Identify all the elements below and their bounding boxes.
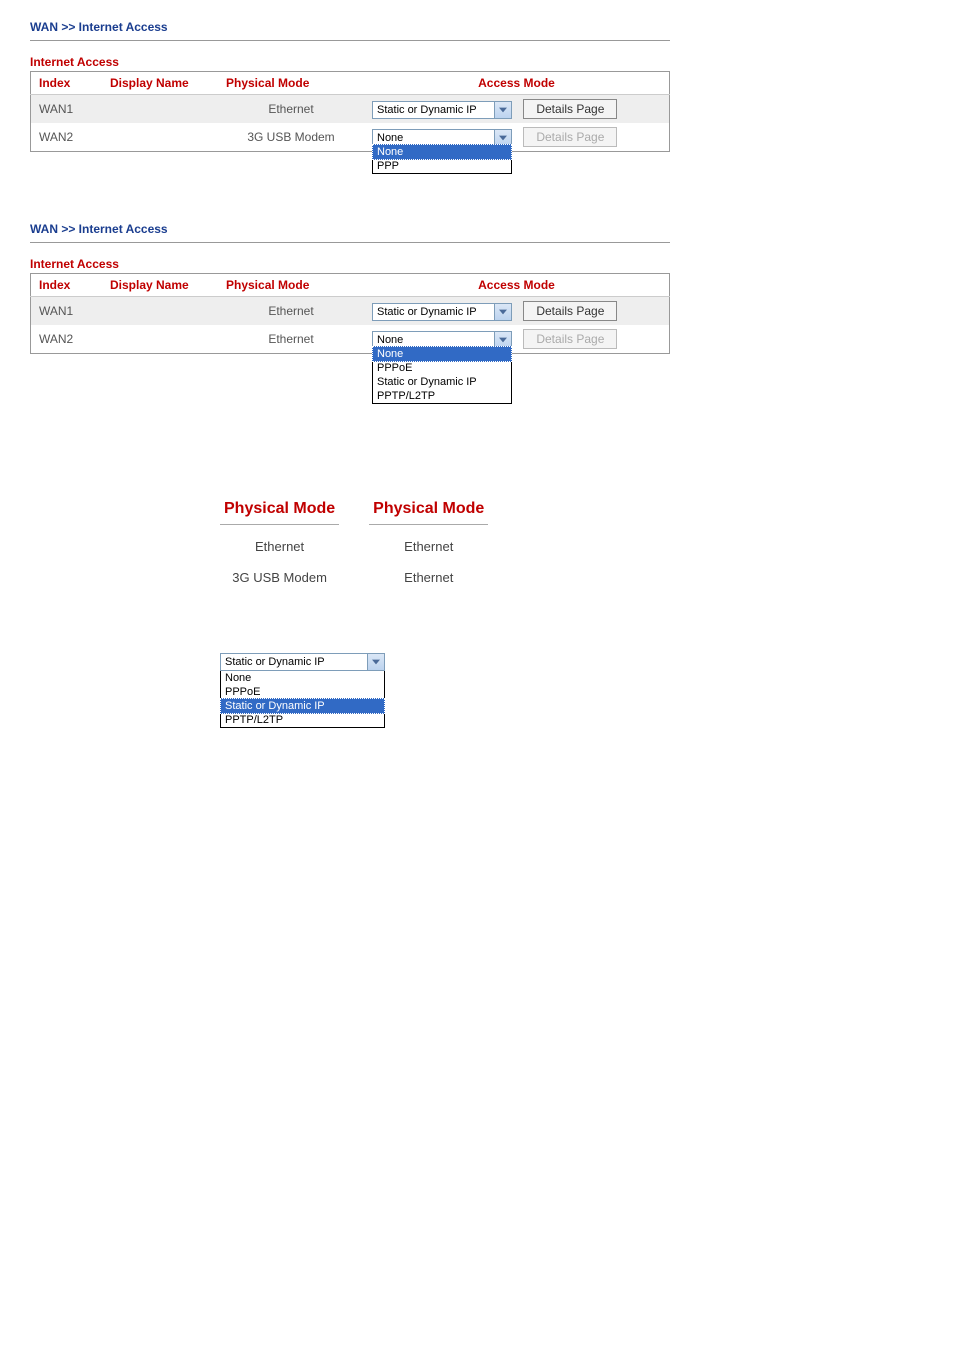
chevron-down-icon	[367, 654, 384, 670]
internet-access-table: Index Display Name Physical Mode Access …	[30, 273, 670, 354]
wan-panel-a: WAN >> Internet Access Internet Access I…	[30, 20, 670, 152]
dropdown-option[interactable]: None	[372, 144, 512, 160]
select-value: Static or Dynamic IP	[221, 654, 384, 670]
wan1-access-mode-select[interactable]: Static or Dynamic IP	[372, 101, 512, 119]
dropdown-option[interactable]: PPTP/L2TP	[373, 389, 511, 403]
standalone-access-mode: Static or Dynamic IP None PPPoE Static o…	[220, 653, 385, 728]
dropdown-option[interactable]: PPPoE	[373, 361, 511, 375]
wan2-physical-mode: 3G USB Modem	[218, 123, 364, 152]
select-value: Static or Dynamic IP	[373, 102, 511, 118]
physical-mode-header: Physical Mode	[220, 494, 339, 525]
dropdown-option[interactable]: PPP	[373, 159, 511, 173]
table-row: WAN2 3G USB Modem None Details Page None…	[31, 123, 670, 152]
dropdown-option[interactable]: None	[221, 671, 384, 685]
table-row: WAN1 Ethernet Static or Dynamic IP Detai…	[31, 297, 670, 326]
section-title: Internet Access	[30, 257, 670, 271]
table-row: WAN2 Ethernet None Details Page None PPP…	[31, 325, 670, 354]
breadcrumb: WAN >> Internet Access	[30, 222, 670, 243]
dropdown-option[interactable]: PPTP/L2TP	[221, 713, 384, 727]
details-page-button: Details Page	[523, 329, 617, 349]
col-index: Index	[31, 274, 103, 297]
wan2-link[interactable]: WAN2	[39, 130, 73, 144]
access-mode-dropdown[interactable]: None PPPoE Static or Dynamic IP PPTP/L2T…	[220, 671, 385, 728]
chevron-down-icon	[494, 304, 511, 320]
physical-mode-value: Ethernet	[369, 562, 488, 593]
internet-access-table: Index Display Name Physical Mode Access …	[30, 71, 670, 152]
wan1-physical-mode: Ethernet	[218, 95, 364, 124]
wan-panel-b: WAN >> Internet Access Internet Access I…	[30, 222, 670, 354]
dropdown-option[interactable]: Static or Dynamic IP	[220, 698, 385, 714]
details-page-button[interactable]: Details Page	[523, 99, 617, 119]
dropdown-option[interactable]: Static or Dynamic IP	[373, 375, 511, 389]
wan2-access-mode-dropdown[interactable]: None PPP	[372, 145, 512, 174]
col-access-mode: Access Mode	[364, 274, 670, 297]
wan2-display-name	[102, 123, 218, 152]
physical-mode-value: Ethernet	[220, 531, 339, 562]
wan1-physical-mode: Ethernet	[218, 297, 364, 326]
chevron-down-icon	[494, 102, 511, 118]
table-row: WAN1 Ethernet Static or Dynamic IP Detai…	[31, 95, 670, 124]
col-index: Index	[31, 72, 103, 95]
physical-mode-comparison: Physical Mode Ethernet 3G USB Modem Phys…	[220, 494, 924, 593]
wan1-link[interactable]: WAN1	[39, 102, 73, 116]
physical-mode-col-left: Physical Mode Ethernet 3G USB Modem	[220, 494, 339, 593]
dropdown-option[interactable]: None	[372, 346, 512, 362]
wan2-physical-mode: Ethernet	[218, 325, 364, 354]
col-physical-mode: Physical Mode	[218, 72, 364, 95]
dropdown-option[interactable]: PPPoE	[221, 685, 384, 699]
wan2-link[interactable]: WAN2	[39, 332, 73, 346]
breadcrumb: WAN >> Internet Access	[30, 20, 670, 41]
wan1-link[interactable]: WAN1	[39, 304, 73, 318]
wan2-access-mode-dropdown[interactable]: None PPPoE Static or Dynamic IP PPTP/L2T…	[372, 347, 512, 404]
col-physical-mode: Physical Mode	[218, 274, 364, 297]
select-value: Static or Dynamic IP	[373, 304, 511, 320]
physical-mode-value: 3G USB Modem	[220, 562, 339, 593]
physical-mode-value: Ethernet	[369, 531, 488, 562]
col-access-mode: Access Mode	[364, 72, 670, 95]
wan1-display-name	[102, 297, 218, 326]
details-page-button[interactable]: Details Page	[523, 301, 617, 321]
section-title: Internet Access	[30, 55, 670, 69]
details-page-button: Details Page	[523, 127, 617, 147]
physical-mode-col-right: Physical Mode Ethernet Ethernet	[369, 494, 488, 593]
access-mode-select[interactable]: Static or Dynamic IP	[220, 653, 385, 671]
wan1-access-mode-select[interactable]: Static or Dynamic IP	[372, 303, 512, 321]
wan2-display-name	[102, 325, 218, 354]
wan1-display-name	[102, 95, 218, 124]
col-display-name: Display Name	[102, 274, 218, 297]
physical-mode-header: Physical Mode	[369, 494, 488, 525]
col-display-name: Display Name	[102, 72, 218, 95]
